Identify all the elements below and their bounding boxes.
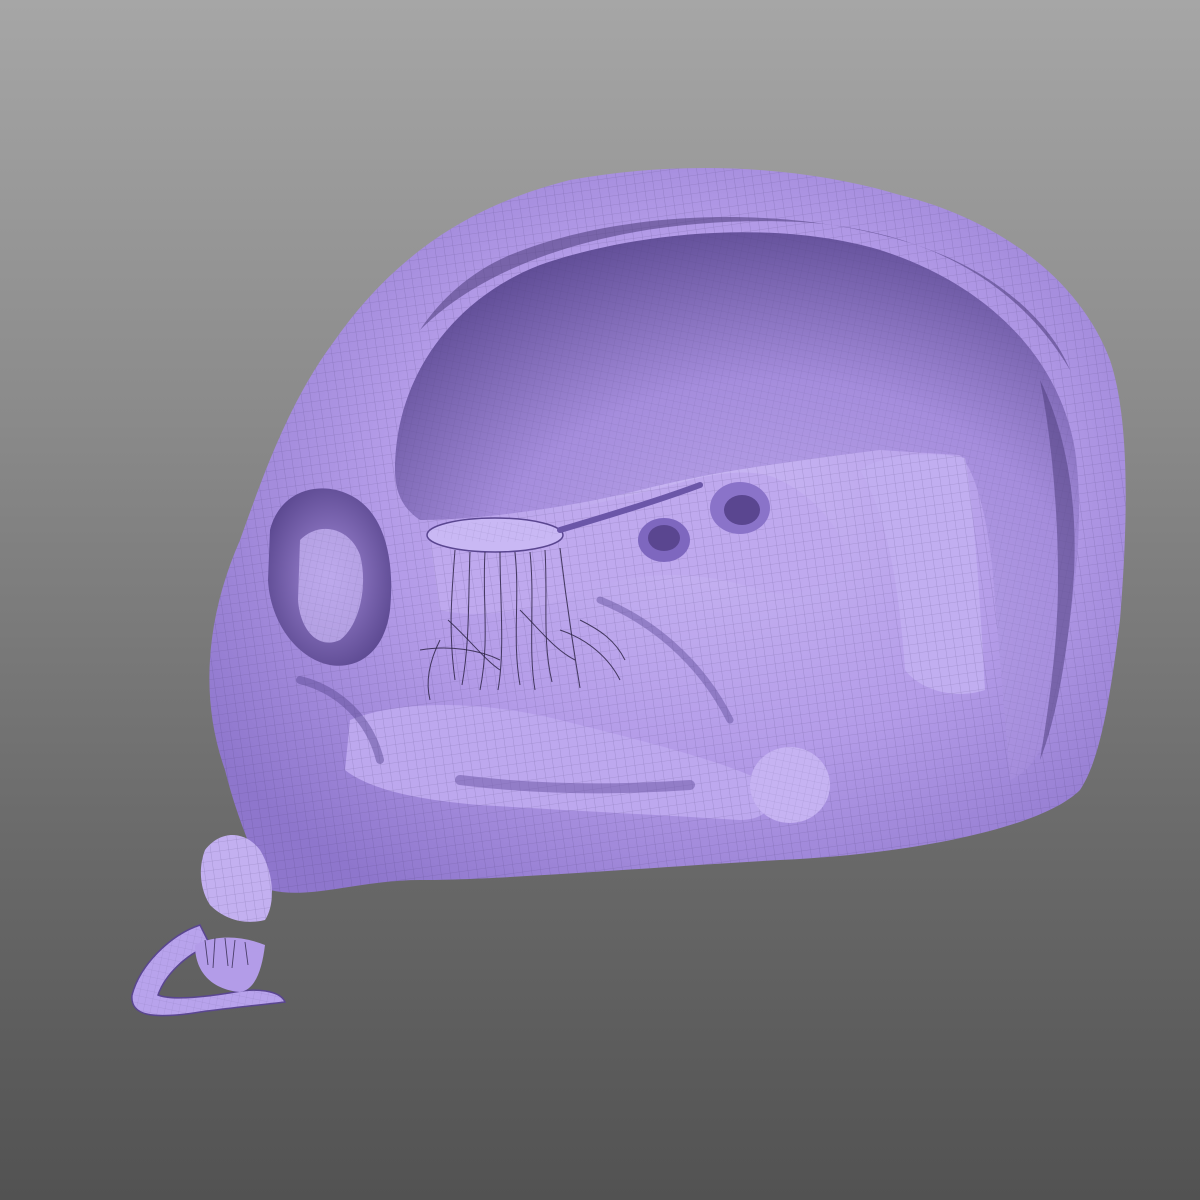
viewport-canvas[interactable]	[0, 0, 1200, 1200]
3d-viewport[interactable]	[0, 0, 1200, 1200]
sculpt-mesh[interactable]	[131, 168, 1126, 1017]
